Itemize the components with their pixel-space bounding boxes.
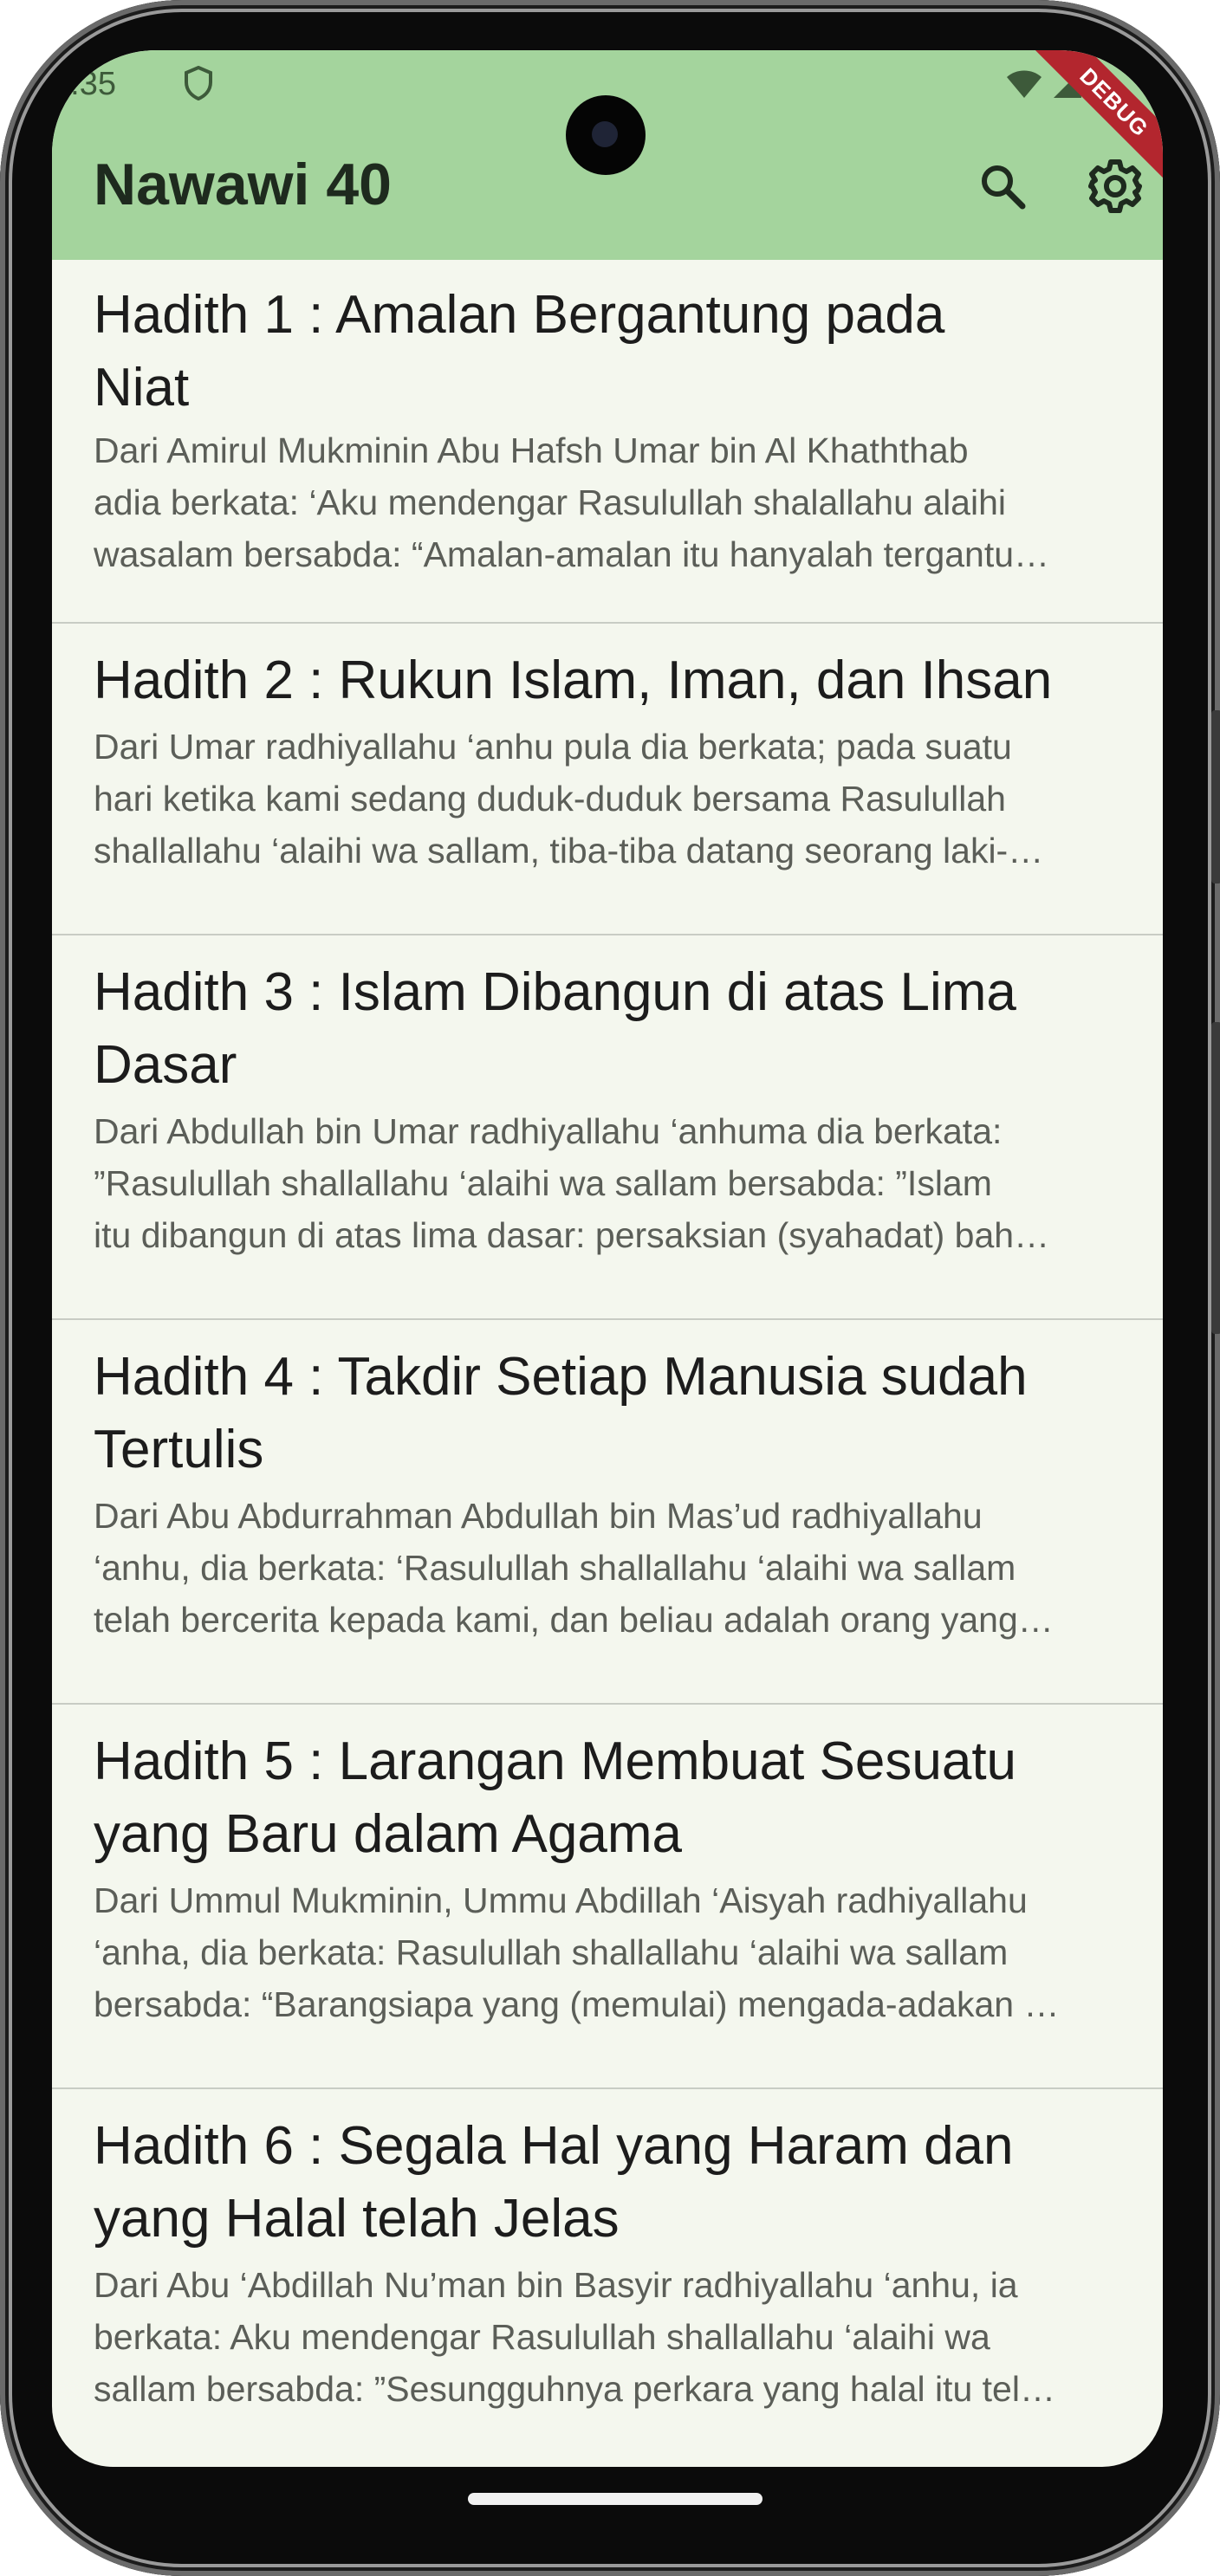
- hadith-excerpt: Dari Amirul Mukminin Abu Hafsh Umar bin …: [94, 424, 1142, 580]
- home-indicator[interactable]: [468, 2493, 762, 2505]
- phone-frame: 3:35 DEBUG Nawawi 40 Hadith 1: Amalan B…: [0, 0, 1220, 2576]
- hadith-title-line: Hadith 5 : Larangan Membuat Sesuatu: [94, 1731, 1017, 1791]
- hadith-excerpt-line: bersabda: “Barangsiapa yang (memulai) me…: [94, 1984, 1060, 2024]
- hadith-title: Hadith 6 : Segala Hal yang Haram dan yan…: [94, 2110, 1133, 2256]
- hadith-title-line: Hadith 6 : Segala Hal yang Haram dan: [94, 2116, 1014, 2176]
- hadith-excerpt-line: telah bercerita kepada kami, dan beliau …: [94, 1600, 1054, 1640]
- gear-icon: [1088, 159, 1142, 213]
- hadith-excerpt: Dari Abdullah bin Umar radhiyallahu ‘anh…: [94, 1105, 1142, 1261]
- hadith-title-line: Hadith 1 : Amalan Bergantung pada: [94, 285, 945, 345]
- hadith-excerpt-line: wasalam bersabda: “Amalan-amalan itu han…: [94, 534, 1050, 574]
- hadith-title-line: yang Baru dalam Agama: [94, 1804, 682, 1864]
- hadith-excerpt-line: Dari Abdullah bin Umar radhiyallahu ‘anh…: [94, 1111, 1003, 1151]
- list-item[interactable]: Hadith 4 : Takdir Setiap Manusia sudah T…: [52, 1320, 1163, 1705]
- hadith-excerpt-line: Dari Abu Abdurrahman Abdullah bin Mas’ud…: [94, 1496, 983, 1536]
- hadith-excerpt-line: berkata: Aku mendengar Rasulullah shalla…: [94, 2317, 990, 2357]
- hadith-title-line: Hadith 3 : Islam Dibangun di atas Lima: [94, 962, 1016, 1022]
- hadith-excerpt-line: sallam bersabda: ”Sesungguhnya perkara y…: [94, 2369, 1055, 2409]
- hadith-title-line: Hadith 4 : Takdir Setiap Manusia sudah: [94, 1347, 1028, 1407]
- wifi-icon: [1007, 70, 1042, 98]
- page-title: Nawawi 40: [94, 152, 392, 217]
- hadith-title-line: Hadith 2 : Rukun Islam, Iman, dan Ihsan: [94, 650, 1053, 710]
- app-screen: 3:35 DEBUG Nawawi 40 Hadith 1: Amalan B…: [52, 50, 1163, 2467]
- status-time: 3:35: [52, 66, 116, 102]
- front-camera: [566, 95, 646, 175]
- hadith-excerpt: Dari Ummul Mukminin, Ummu Abdillah ‘Aisy…: [94, 1874, 1142, 2030]
- hadith-excerpt-line: ‘anha, dia berkata: Rasulullah shallalla…: [94, 1932, 1009, 1972]
- hadith-title: Hadith 5 : Larangan Membuat Sesuatu yang…: [94, 1725, 1133, 1871]
- hadith-excerpt-line: Dari Umar radhiyallahu ‘anhu pula dia be…: [94, 727, 1012, 767]
- hadith-excerpt-line: Dari Ummul Mukminin, Ummu Abdillah ‘Aisy…: [94, 1880, 1028, 1920]
- hadith-title: Hadith 2 : Rukun Islam, Iman, dan Ihsan: [94, 644, 1133, 717]
- list-item[interactable]: Hadith 3 : Islam Dibangun di atas Lima D…: [52, 935, 1163, 1320]
- hadith-title: Hadith 3 : Islam Dibangun di atas Lima D…: [94, 956, 1133, 1102]
- hadith-excerpt-line: shallallahu ‘alaihi wa sallam, tiba-tiba…: [94, 831, 1044, 871]
- hadith-title-line: Tertulis: [94, 1420, 264, 1479]
- list-item[interactable]: Hadith 5 : Larangan Membuat Sesuatu yang…: [52, 1705, 1163, 2089]
- hadith-excerpt: Dari Umar radhiyallahu ‘anhu pula dia be…: [94, 721, 1142, 877]
- list-item[interactable]: Hadith 2 : Rukun Islam, Iman, dan Ihsan …: [52, 624, 1163, 935]
- hadith-excerpt-line: Dari Amirul Mukminin Abu Hafsh Umar bin …: [94, 430, 969, 470]
- volume-button: [1211, 1022, 1220, 1334]
- hadith-excerpt-line: hari ketika kami sedang duduk-duduk bers…: [94, 779, 1006, 819]
- hadith-excerpt-line: itu dibangun di atas lima dasar: persaks…: [94, 1215, 1050, 1255]
- hadith-title-line: yang Halal telah Jelas: [94, 2189, 620, 2249]
- app-bar: 3:35 DEBUG Nawawi 40: [52, 50, 1163, 260]
- shield-icon: [185, 66, 212, 100]
- search-icon: [982, 165, 1026, 210]
- hadith-excerpt: Dari Abu ‘Abdillah Nu’man bin Basyir rad…: [94, 2259, 1142, 2415]
- search-button[interactable]: [964, 147, 1042, 225]
- hadith-excerpt-line: ”Rasulullah shallallahu ‘alaihi wa salla…: [94, 1163, 992, 1203]
- hadith-title-line: Niat: [94, 358, 190, 417]
- settings-button[interactable]: [1076, 147, 1154, 225]
- hadith-excerpt-line: ‘anhu, dia berkata: ‘Rasulullah shallall…: [94, 1548, 1016, 1588]
- hadith-excerpt-line: adia berkata: ‘Aku mendengar Rasulullah …: [94, 482, 1007, 522]
- hadith-excerpt: Dari Abu Abdurrahman Abdullah bin Mas’ud…: [94, 1490, 1142, 1646]
- list-item[interactable]: Hadith 1 : Amalan Bergantung pada Niat D…: [52, 260, 1163, 624]
- hadith-title: Hadith 4 : Takdir Setiap Manusia sudah T…: [94, 1341, 1133, 1486]
- power-button: [1211, 710, 1220, 883]
- hadith-title: Hadith 1 : Amalan Bergantung pada Niat: [94, 279, 1133, 424]
- list-item[interactable]: Hadith 6 : Segala Hal yang Haram dan yan…: [52, 2089, 1163, 2467]
- hadith-title-line: Dasar: [94, 1035, 237, 1095]
- hadith-excerpt-line: Dari Abu ‘Abdillah Nu’man bin Basyir rad…: [94, 2265, 1018, 2305]
